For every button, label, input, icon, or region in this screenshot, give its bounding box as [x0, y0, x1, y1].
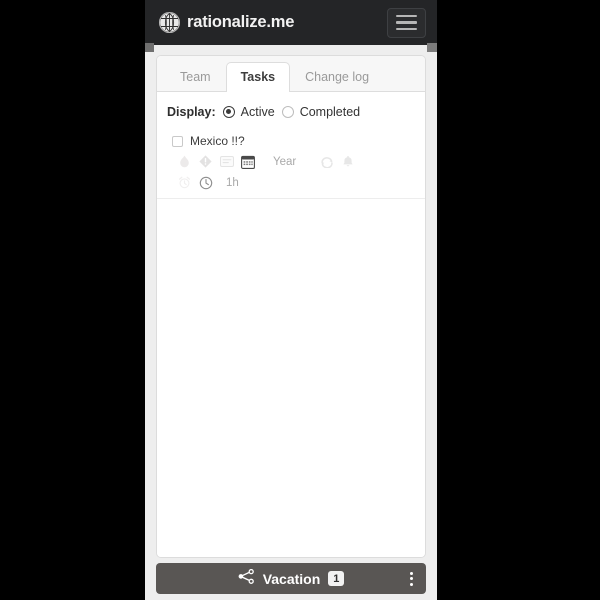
share-nodes-icon[interactable] — [238, 568, 255, 589]
radio-active-input[interactable] — [222, 106, 235, 118]
kebab-dot — [410, 571, 413, 575]
hamburger-bar — [396, 14, 417, 18]
bell-icon[interactable] — [339, 155, 356, 168]
clock-icon[interactable] — [197, 176, 214, 190]
brain-globe-icon — [159, 12, 180, 33]
alarm-clock-icon[interactable] — [176, 176, 193, 189]
bottom-bar-badge: 1 — [328, 571, 345, 586]
diamond-exclamation-icon[interactable] — [197, 155, 214, 168]
main-card: Team Tasks Change log Display: Active Co… — [156, 55, 426, 558]
tab-tasks[interactable]: Tasks — [225, 61, 291, 92]
app-header: rationalize.me — [145, 0, 437, 52]
task-meta-row-secondary: 1h — [167, 172, 415, 193]
radio-active-label: Active — [240, 105, 275, 119]
tasks-panel: Display: Active Completed Mexico !!? Yea… — [157, 92, 425, 557]
display-filter-row: Display: Active Completed — [157, 92, 425, 129]
radio-completed-input[interactable] — [281, 106, 294, 118]
task-duration-value[interactable]: 1h — [226, 177, 239, 189]
flame-icon[interactable] — [176, 155, 193, 168]
tab-label: Tasks — [240, 69, 276, 84]
task-title: Mexico !!? — [190, 134, 245, 148]
tab-team[interactable]: Team — [165, 62, 226, 93]
repeat-loop-icon[interactable] — [318, 156, 335, 168]
radio-option-active[interactable]: Active — [222, 105, 275, 119]
tab-change-log[interactable]: Change log — [290, 62, 384, 93]
task-row[interactable]: Mexico !!? Year 1h — [157, 129, 425, 199]
kebab-menu-icon[interactable] — [410, 571, 413, 586]
note-lines-icon[interactable] — [218, 156, 235, 167]
bottom-bar-center[interactable]: Vacation 1 — [238, 568, 345, 589]
tab-bar: Team Tasks Change log — [157, 56, 425, 92]
task-meta-row-primary: Year — [167, 151, 415, 172]
bottom-action-bar[interactable]: Vacation 1 — [156, 563, 426, 594]
tab-label: Change log — [305, 69, 370, 84]
calendar-icon[interactable] — [239, 155, 256, 169]
radio-completed-label: Completed — [299, 105, 361, 119]
kebab-dot — [410, 577, 413, 580]
brand-name: rationalize.me — [187, 13, 295, 31]
bottom-bar-label: Vacation — [262, 570, 321, 587]
header-corner-left — [145, 43, 154, 52]
header-corner-right — [427, 43, 437, 52]
task-date-value[interactable]: Year — [273, 156, 296, 168]
app-viewport: rationalize.me Team Tasks Change log Dis… — [145, 0, 437, 600]
hamburger-bar — [396, 21, 417, 24]
tab-label: Team — [180, 69, 211, 84]
hamburger-bar — [396, 27, 417, 31]
task-title-row: Mexico !!? — [167, 132, 415, 151]
display-label: Display: — [167, 105, 216, 119]
brand[interactable]: rationalize.me — [159, 12, 294, 33]
kebab-dot — [410, 582, 413, 586]
radio-option-completed[interactable]: Completed — [281, 105, 361, 119]
hamburger-menu-icon[interactable] — [387, 7, 426, 38]
task-checkbox[interactable] — [172, 135, 183, 147]
